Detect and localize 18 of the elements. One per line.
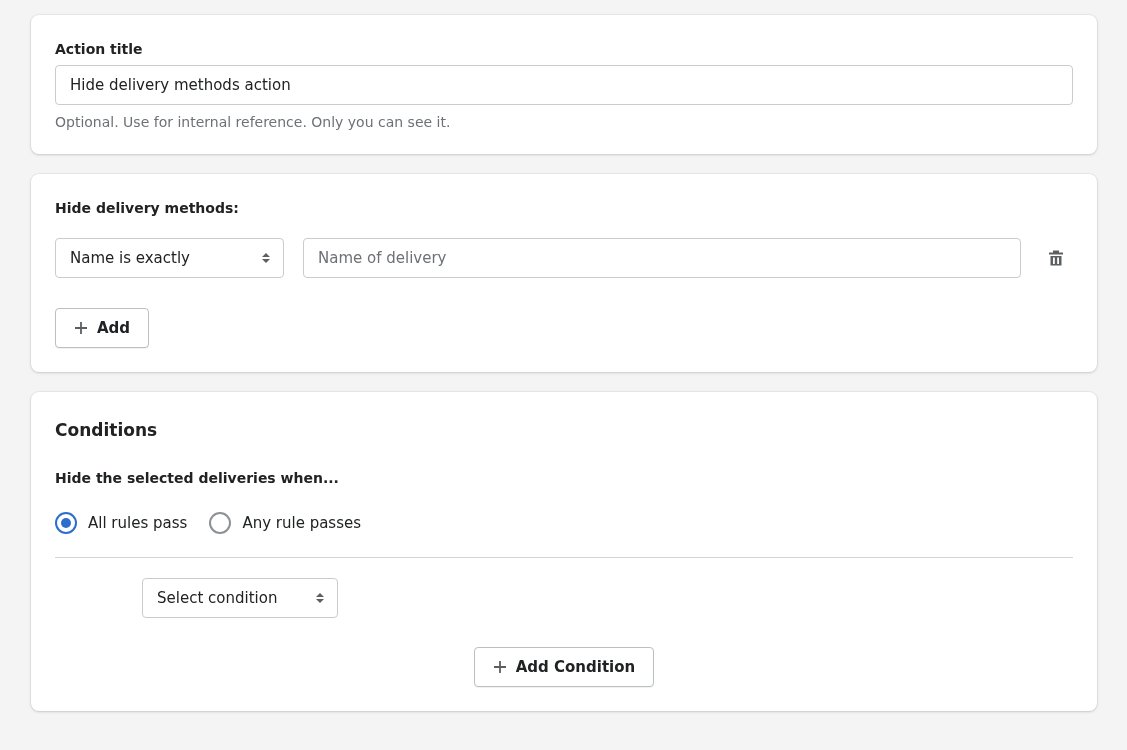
section-title: Conditions: [55, 420, 159, 440]
plus-icon: [74, 321, 88, 335]
dropdown[interactable]: Select condition: [142, 578, 338, 618]
title-field[interactable]: Hide delivery methods action: [55, 65, 1073, 105]
section-label: Hide the selected deliveries when...: [55, 470, 340, 486]
plus-icon: [492, 660, 507, 674]
section-label: Hide delivery methods:: [55, 200, 240, 216]
caret-icon: [315, 591, 325, 605]
help-text: Optional. Use for internal reference. Only you can see it.: [55, 114, 452, 130]
delivery-name-field[interactable]: Name of delivery: [303, 238, 1021, 278]
trash-icon: [1048, 249, 1064, 267]
add-button[interactable]: Add Condition: [473, 647, 655, 687]
add-button[interactable]: Add: [55, 308, 150, 348]
field-label: Action title: [55, 41, 144, 57]
radio-option[interactable]: All rules pass: [55, 512, 188, 534]
dropdown[interactable]: Name is exactly: [55, 238, 284, 278]
caret-icon: [261, 251, 271, 265]
radio-option[interactable]: Any rule passes: [209, 512, 361, 534]
